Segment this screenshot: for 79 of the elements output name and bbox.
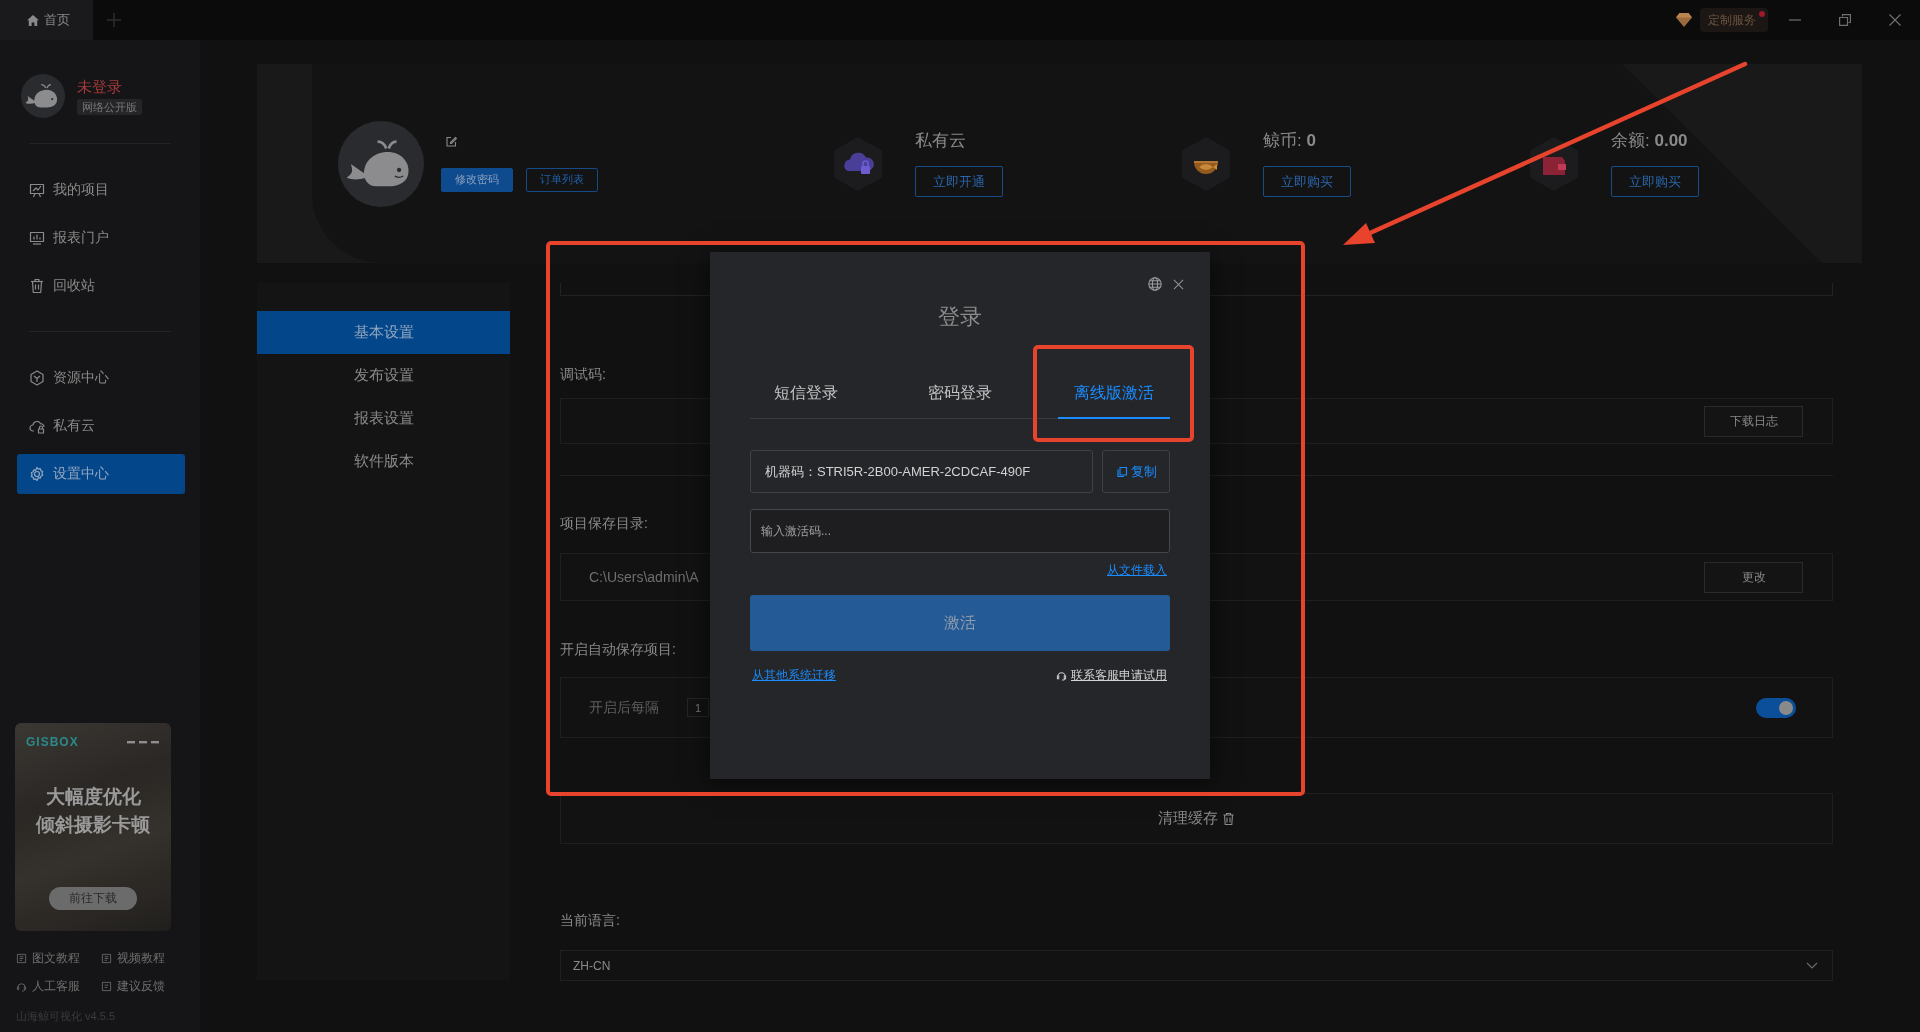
promo-headline: 大幅度优化 (45, 785, 141, 809)
help-link[interactable]: 人工客服 (16, 977, 101, 995)
stat-action-button[interactable]: 立即购买 (1263, 166, 1351, 197)
headset-icon (1056, 669, 1067, 681)
path-text: C:\Users\admin\A (588, 569, 699, 585)
help-link[interactable]: 建议反馈 (101, 977, 186, 995)
load-file-link[interactable]: 从文件载入 (1107, 562, 1167, 578)
gear-icon (29, 466, 45, 482)
support-link[interactable]: 联系客服申请试用 (1071, 666, 1167, 684)
diamond-icon (1676, 13, 1692, 27)
login-tab[interactable]: 密码登录 (904, 370, 1016, 419)
dialog-title: 登录 (937, 303, 983, 331)
download-log-button[interactable]: 下载日志 (1704, 405, 1803, 437)
edit-icon[interactable] (446, 135, 457, 147)
nav-item[interactable]: 报表门户 (17, 218, 185, 258)
stat-action-button[interactable]: 立即购买 (1611, 166, 1699, 197)
help-link[interactable]: 视频教程 (101, 949, 186, 967)
close-icon[interactable] (1889, 14, 1901, 26)
document-icon (16, 952, 27, 964)
cloud-lock-icon (834, 136, 882, 191)
interval-label: 开启后每隔 (588, 698, 659, 717)
chevron-down-icon (1806, 962, 1818, 969)
download-button[interactable]: 前往下载 (49, 887, 137, 910)
hexagon-icon (29, 370, 45, 386)
cloud-lock-icon (29, 418, 45, 434)
edition-tag: 网络公开版 (77, 98, 142, 115)
setting-label: 调试码: (560, 365, 606, 384)
trash-icon (29, 278, 45, 294)
activation-code-input[interactable]: 输入激活码... (750, 509, 1170, 553)
language-select[interactable]: ZH-CN (560, 950, 1833, 981)
note-icon (101, 980, 112, 992)
settings-nav-item[interactable]: 报表设置 (257, 397, 510, 440)
globe-icon[interactable] (1148, 277, 1162, 291)
login-status: 未登录 (77, 77, 122, 96)
stat-label: 私有云 (915, 130, 966, 152)
login-tab[interactable]: 短信登录 (750, 370, 862, 419)
home-icon (27, 14, 39, 26)
nav-item[interactable]: 设置中心 (17, 454, 185, 494)
whale-avatar-icon (338, 120, 424, 207)
nav-item[interactable]: 私有云 (17, 406, 185, 446)
wallet-icon (1530, 136, 1578, 191)
nav-item[interactable]: 回收站 (17, 266, 185, 306)
login-tab[interactable]: 离线版激活 (1058, 370, 1170, 419)
whale-avatar-icon (21, 74, 65, 118)
headset-icon (16, 980, 27, 992)
machine-code-field: 机器码：STRI5R-2B00-AMER-2CDCAF-490F (750, 450, 1093, 493)
help-link[interactable]: 图文教程 (16, 949, 101, 967)
promo-headline: 倾斜摄影卡顿 (36, 813, 150, 837)
pager-indicator-icon (127, 740, 159, 744)
autosave-toggle[interactable] (1756, 697, 1796, 718)
trash-icon (1222, 811, 1235, 826)
page-tab[interactable]: 首页 (0, 0, 93, 40)
settings-nav-item[interactable]: 基本设置 (257, 311, 510, 354)
copy-icon (1115, 465, 1128, 478)
nav-item[interactable]: 我的项目 (17, 170, 185, 210)
settings-nav-item[interactable]: 发布设置 (257, 354, 510, 397)
stat-action-button[interactable]: 立即开通 (915, 166, 1003, 197)
setting-label: 当前语言: (560, 911, 620, 930)
change-password-button[interactable]: 修改密码 (441, 167, 513, 192)
fish-bowl-icon (1182, 136, 1230, 191)
close-icon[interactable] (1173, 278, 1184, 290)
setting-label: 项目保存目录: (560, 514, 648, 533)
brand-logo: GISBOX (26, 735, 79, 749)
restore-icon[interactable] (1839, 14, 1851, 26)
chart-board-icon (29, 182, 45, 198)
copy-button[interactable]: 复制 (1102, 450, 1170, 493)
stat-label: 鲸币: 0 (1263, 130, 1316, 152)
stat-label: 余额: 0.00 (1611, 130, 1688, 152)
service-badge[interactable]: 定制服务 (1700, 8, 1768, 32)
document-icon (101, 952, 112, 964)
order-list-button[interactable]: 订单列表 (526, 167, 598, 192)
settings-nav-item[interactable]: 软件版本 (257, 440, 510, 483)
interval-field[interactable]: 1 (687, 698, 709, 717)
nav-item[interactable]: 资源中心 (17, 358, 185, 398)
change-button[interactable]: 更改 (1704, 561, 1803, 593)
monitor-chart-icon (29, 230, 45, 246)
setting-label: 开启自动保存项目: (560, 640, 676, 659)
clear-cache-button[interactable]: 清理缓存 (560, 793, 1833, 844)
migrate-link[interactable]: 从其他系统迁移 (752, 666, 836, 684)
